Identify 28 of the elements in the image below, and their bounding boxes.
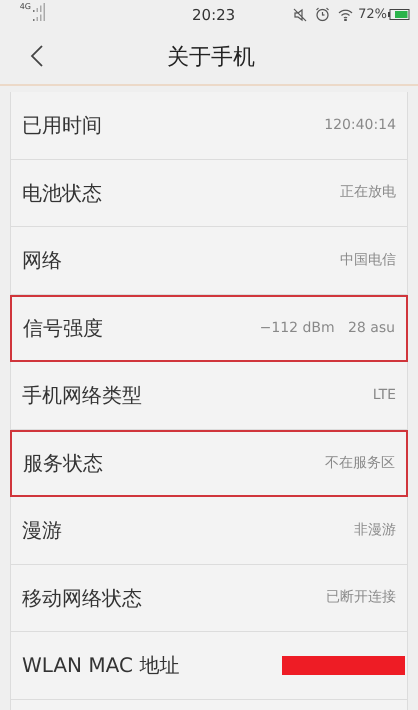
row-label: 服务状态 bbox=[23, 450, 103, 478]
row-label: 已用时间 bbox=[22, 112, 102, 140]
row-label: 漫游 bbox=[22, 517, 62, 544]
row-value: −112 dBm 28 asu bbox=[260, 318, 395, 338]
row-label: 手机网络类型 bbox=[22, 382, 142, 410]
row-label: 电池状态 bbox=[22, 180, 102, 207]
row-value: 已断开连接 bbox=[326, 588, 396, 608]
row-value: 非漫游 bbox=[354, 520, 396, 540]
mute-icon bbox=[293, 8, 308, 22]
row-value: LTE bbox=[372, 386, 396, 405]
row-value: 不在服务区 bbox=[325, 454, 395, 473]
row-label: 信号强度 bbox=[23, 315, 103, 342]
battery-percent: 72% bbox=[358, 6, 387, 24]
row-label: 移动网络状态 bbox=[22, 584, 142, 612]
row-label: 网络 bbox=[22, 247, 62, 274]
wifi-icon bbox=[338, 8, 354, 21]
alarm-icon bbox=[315, 7, 330, 22]
row-label: WLAN MAC 地址 bbox=[22, 652, 180, 680]
row-value: 正在放电 bbox=[340, 183, 396, 202]
clock: 20:23 bbox=[192, 5, 236, 26]
network-type: 4G bbox=[20, 2, 31, 12]
back-icon[interactable] bbox=[30, 45, 44, 67]
signal-icon bbox=[32, 2, 46, 12]
signal-icon bbox=[32, 12, 46, 21]
page-title: 关于手机 bbox=[167, 44, 255, 72]
row-value: 中国电信 bbox=[340, 250, 396, 270]
battery-icon bbox=[388, 9, 410, 20]
row-value: 120:40:14 bbox=[324, 116, 396, 135]
